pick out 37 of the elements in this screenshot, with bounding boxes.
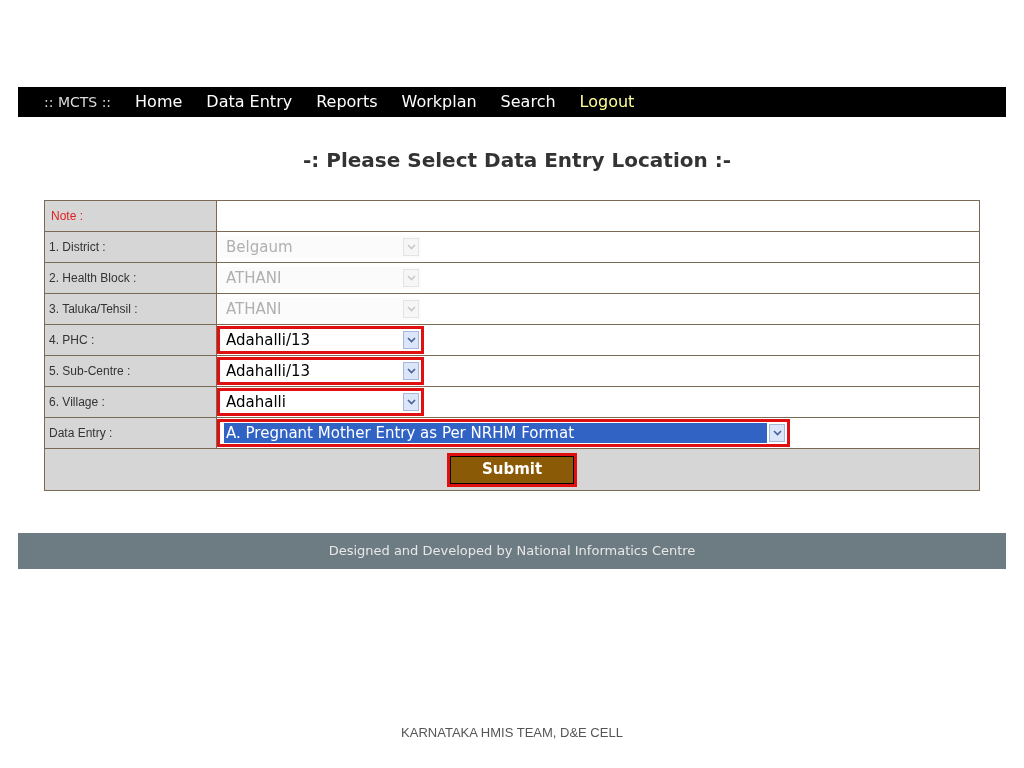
label-cell: Note :	[45, 201, 217, 231]
nav-link[interactable]: Search	[500, 90, 556, 114]
label-cell: 5. Sub-Centre :	[45, 356, 217, 386]
label-cell: 3. Taluka/Tehsil :	[45, 294, 217, 324]
nav-link[interactable]: Workplan	[401, 90, 477, 114]
dropdown-value: Belgaum	[225, 237, 294, 257]
nav-link[interactable]: Logout	[579, 90, 635, 114]
dropdown-field[interactable]: A. Pregnant Mother Entry as Per NRHM Format	[217, 419, 790, 447]
nav-link[interactable]: Home	[135, 90, 183, 114]
dropdown-value: Adahalli/13	[225, 361, 312, 381]
slide-footer: KARNATAKA HMIS TEAM, D&E CELL	[0, 723, 1024, 743]
page-title: -: Please Select Data Entry Location :-	[302, 147, 732, 174]
brand-label: :: MCTS ::	[44, 92, 112, 112]
nav-link[interactable]: Data Entry	[206, 90, 293, 114]
label-cell: 1. District :	[45, 232, 217, 262]
dropdown-value: Adahalli/13	[225, 330, 312, 350]
caret-icon	[769, 424, 785, 442]
dropdown-value: Adahalli	[225, 392, 287, 412]
label-cell: Data Entry :	[45, 418, 217, 448]
caret-icon	[403, 238, 419, 256]
label-cell: 2. Health Block :	[45, 263, 217, 293]
dropdown-field[interactable]: Adahalli/13	[217, 326, 424, 354]
label-cell: 4. PHC :	[45, 325, 217, 355]
caret-icon	[403, 331, 419, 349]
nav-link[interactable]: Reports	[316, 90, 378, 114]
caret-icon	[403, 269, 419, 287]
dropdown-value: ATHANI	[225, 268, 283, 288]
caret-icon	[403, 362, 419, 380]
submit-button[interactable]: Submit	[447, 452, 577, 487]
caret-icon	[403, 300, 419, 318]
dropdown-field[interactable]: Adahalli	[217, 388, 424, 416]
dropdown-field[interactable]: Adahalli/13	[217, 357, 424, 385]
label-cell: 6. Village :	[45, 387, 217, 417]
dropdown-value: ATHANI	[225, 299, 283, 319]
footer-text: Designed and Developed by National Informatics Centre	[328, 542, 696, 561]
caret-icon	[403, 393, 419, 411]
dropdown-value: A. Pregnant Mother Entry as Per NRHM Format	[224, 423, 767, 443]
